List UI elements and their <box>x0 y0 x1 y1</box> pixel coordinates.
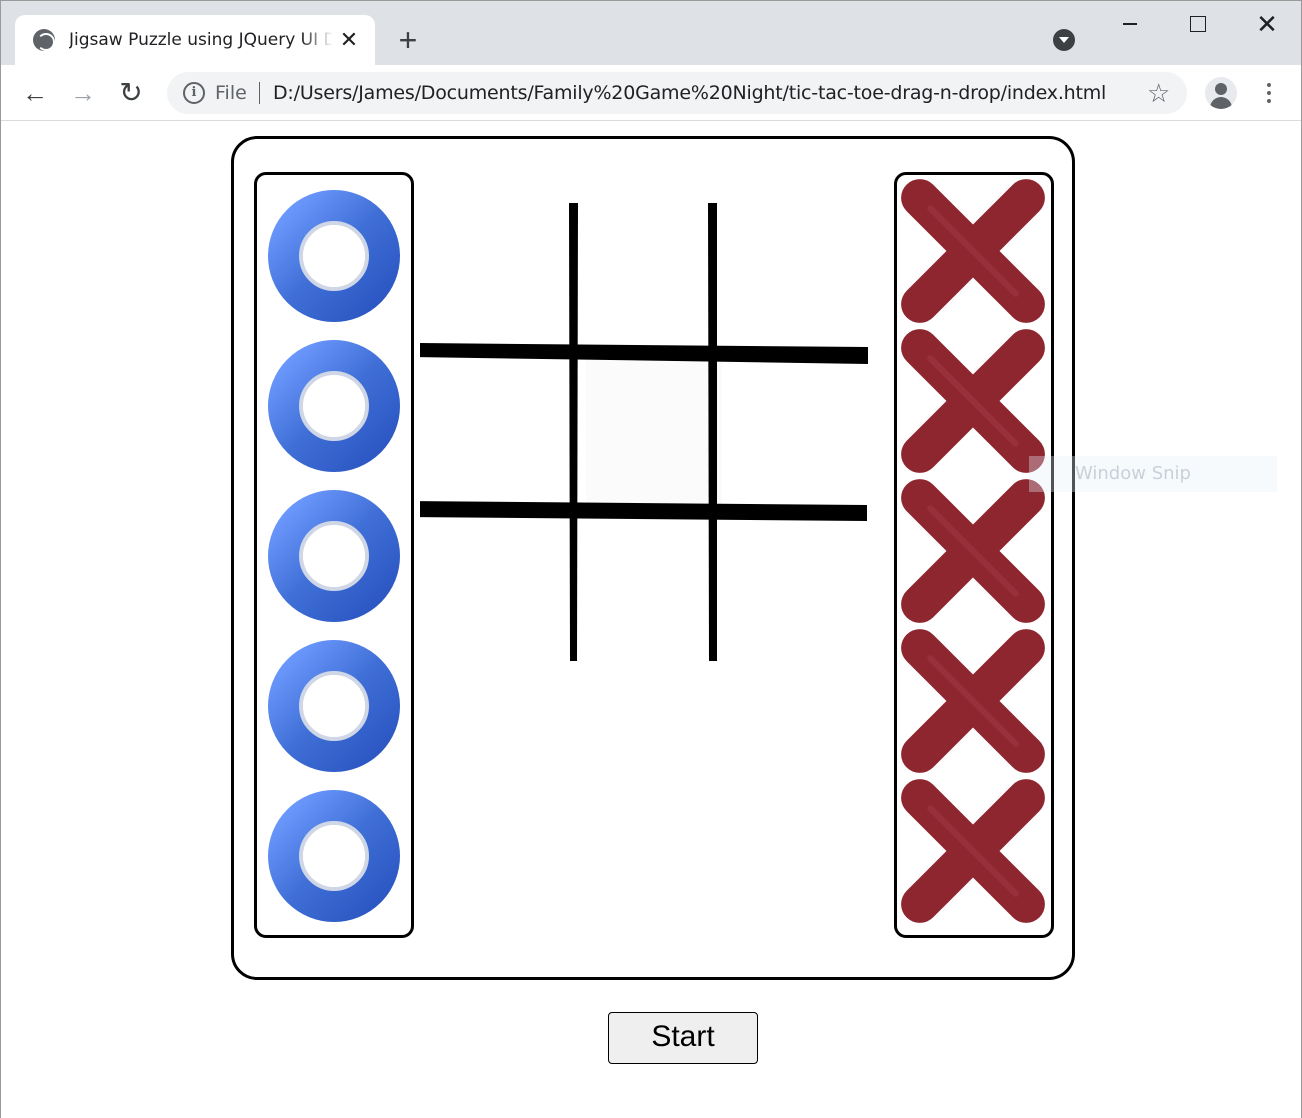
reload-icon[interactable]: ↻ <box>115 77 147 109</box>
tab-close-icon[interactable]: ✕ <box>337 28 361 52</box>
tab-strip: Jigsaw Puzzle using JQuery UI Drag and D… <box>1 1 1301 65</box>
x-piece[interactable] <box>899 177 1047 325</box>
o-piece[interactable] <box>263 335 405 477</box>
scheme-label: File <box>215 82 247 104</box>
url-text[interactable]: D:/Users/James/Documents/Family%20Game%2… <box>273 82 1106 104</box>
tic-tac-toe-board[interactable] <box>420 201 882 663</box>
page-viewport: Start Window Snip <box>1 122 1301 1118</box>
omnibox-divider <box>259 82 260 104</box>
o-piece-tray <box>254 172 414 938</box>
back-arrow-icon[interactable]: ← <box>19 77 51 109</box>
start-button[interactable]: Start <box>608 1012 758 1064</box>
bookmark-star-icon[interactable]: ☆ <box>1147 78 1170 108</box>
maximize-button[interactable] <box>1175 7 1221 41</box>
address-bar[interactable]: i File D:/Users/James/Documents/Family%2… <box>167 72 1187 114</box>
close-window-button[interactable]: ✕ <box>1244 7 1290 41</box>
browser-toolbar: ← → ↻ i File D:/Users/James/Documents/Fa… <box>1 65 1301 121</box>
game-container <box>231 136 1075 980</box>
board-line-horizontal-bottom <box>420 501 867 521</box>
board-line-vertical-left <box>569 203 578 661</box>
x-piece[interactable] <box>899 477 1047 625</box>
forward-arrow-icon[interactable]: → <box>67 77 99 109</box>
browser-tab[interactable]: Jigsaw Puzzle using JQuery UI Drag and D… <box>15 15 375 65</box>
tab-title: Jigsaw Puzzle using JQuery UI Drag and D… <box>69 30 333 50</box>
o-piece[interactable] <box>263 185 405 327</box>
minimize-button[interactable] <box>1107 7 1153 41</box>
o-piece[interactable] <box>263 635 405 777</box>
tab-search-icon[interactable] <box>1053 29 1075 51</box>
board-cell-center[interactable] <box>586 351 722 503</box>
x-piece-tray <box>894 172 1054 938</box>
info-icon[interactable]: i <box>183 82 205 104</box>
globe-icon <box>33 29 55 51</box>
x-piece[interactable] <box>899 777 1047 925</box>
o-piece[interactable] <box>263 785 405 927</box>
browser-window: Jigsaw Puzzle using JQuery UI Drag and D… <box>0 0 1302 1118</box>
o-piece[interactable] <box>263 485 405 627</box>
new-tab-button[interactable]: + <box>393 23 423 57</box>
kebab-menu-icon[interactable] <box>1257 81 1281 105</box>
profile-avatar-icon[interactable] <box>1205 77 1237 109</box>
board-line-vertical-right <box>708 203 717 661</box>
window-snip-overlay: Window Snip <box>1029 456 1277 492</box>
x-piece[interactable] <box>899 327 1047 475</box>
x-piece[interactable] <box>899 627 1047 775</box>
